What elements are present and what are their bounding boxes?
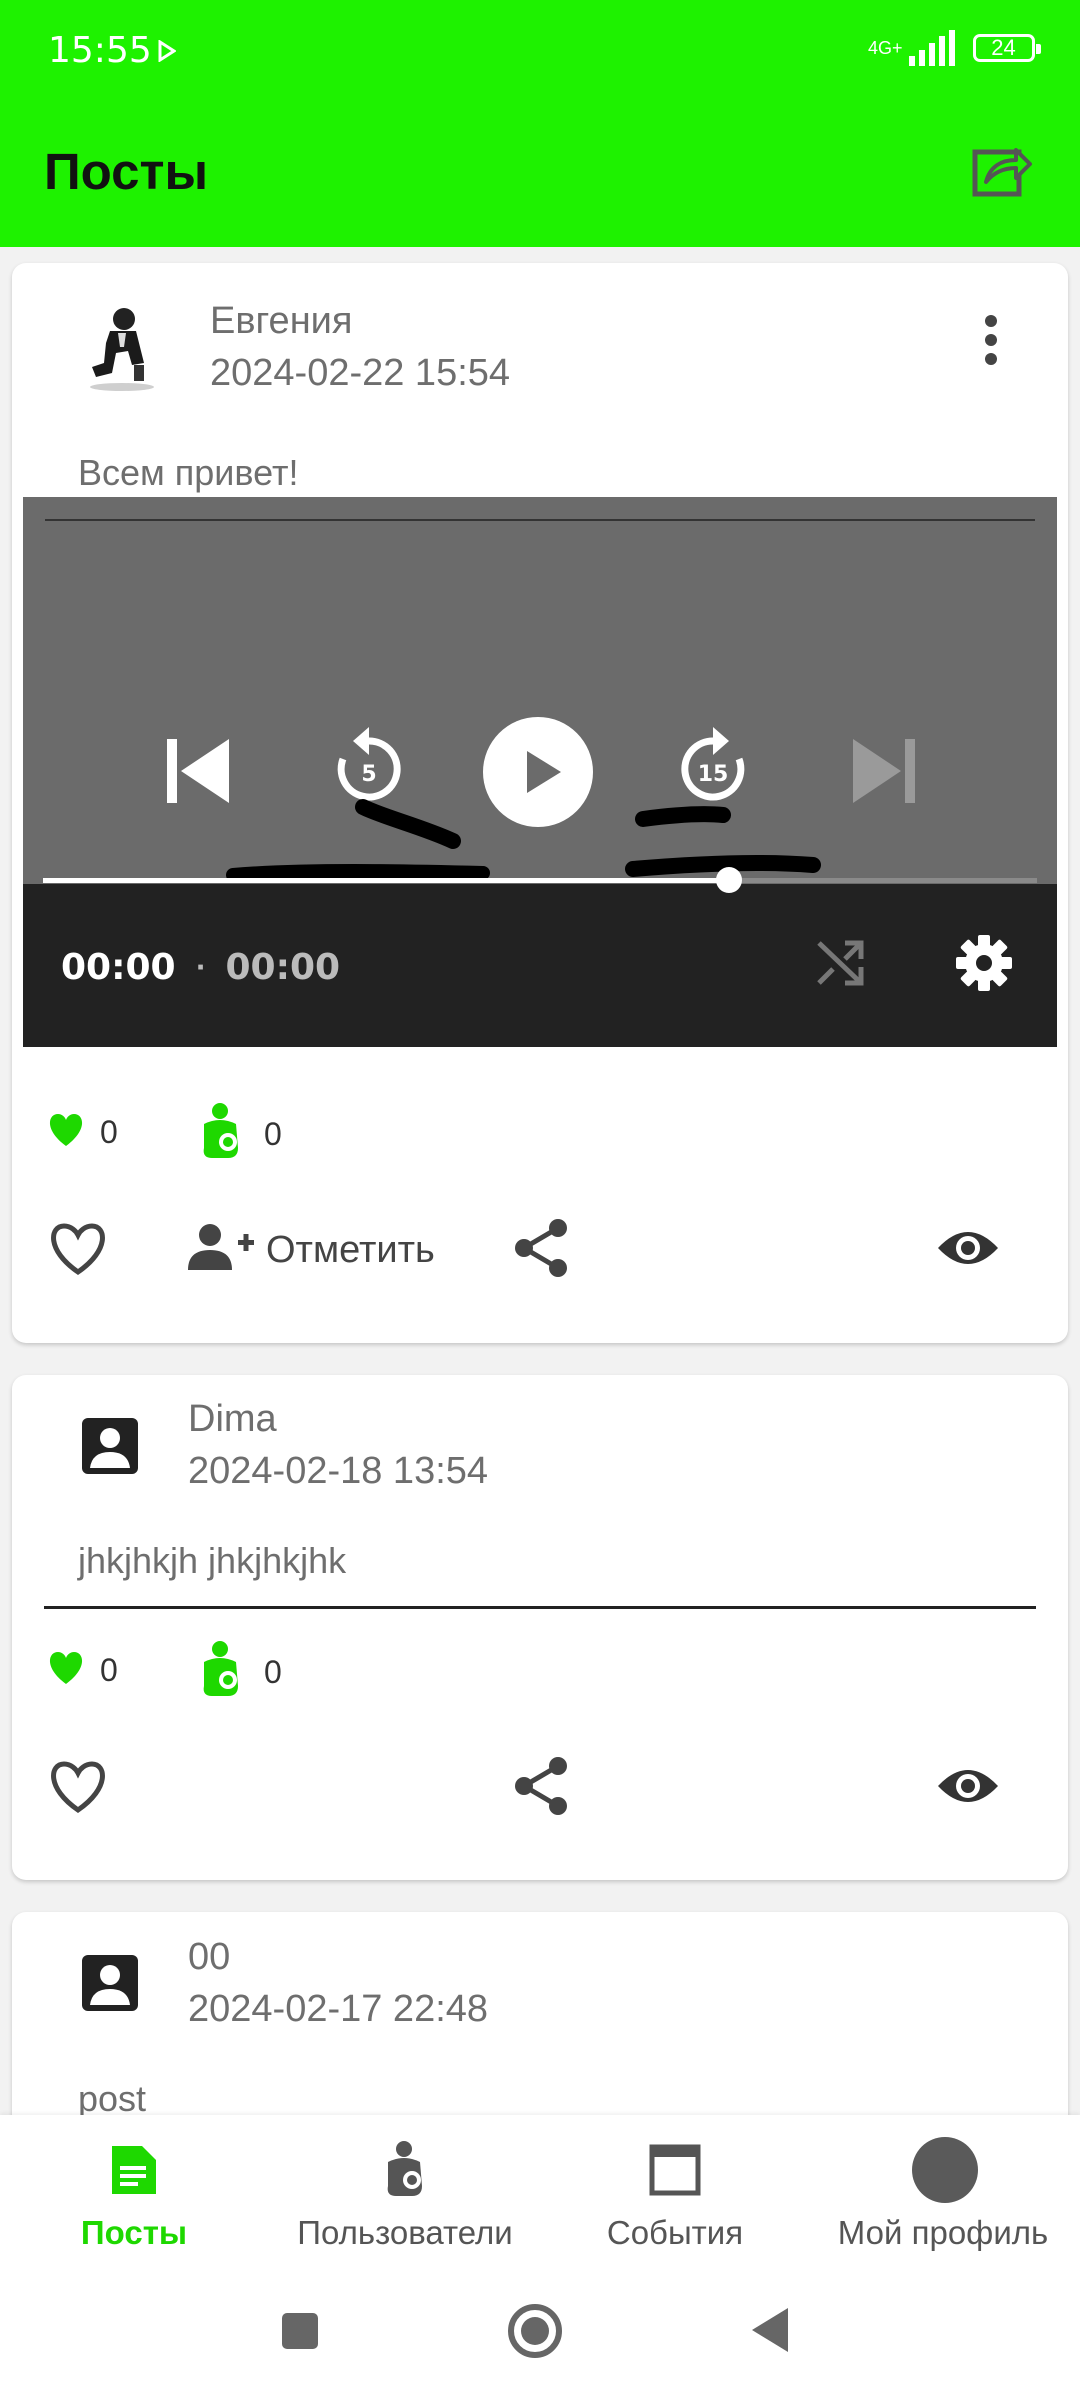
like-heart-outline-icon[interactable] [48, 1760, 108, 1814]
video-time: 00:00 · 00:00 [61, 947, 340, 988]
post-text: Всем привет! [78, 452, 299, 493]
post-author[interactable]: Евгения [210, 300, 352, 343]
post-author[interactable]: 00 [188, 1936, 230, 1979]
likes-count: 0 [100, 1114, 118, 1150]
system-back-button[interactable] [750, 2306, 790, 2354]
post-date: 2024-02-22 15:54 [210, 352, 511, 394]
video-seekbar-track[interactable] [43, 867, 1037, 893]
signal-icon [908, 30, 955, 66]
avatar-circle-icon [912, 2137, 978, 2203]
video-time-separator: · [195, 952, 206, 983]
nav-item-users[interactable]: Пользователи [280, 2140, 530, 2251]
document-icon [112, 2146, 156, 2194]
views-eye-icon[interactable] [936, 1226, 1000, 1270]
nav-label-posts: Посты [80, 2214, 188, 2251]
page-title: Посты [44, 143, 209, 200]
nav-item-events[interactable]: События [575, 2140, 775, 2251]
post-date: 2024-02-18 13:54 [188, 1450, 489, 1492]
likes-heart-icon [49, 1114, 83, 1146]
mark-button-label[interactable]: Отметить [266, 1229, 435, 1272]
add-person-icon[interactable] [186, 1222, 256, 1272]
video-seekbar-progress [43, 878, 729, 883]
status-time: 15:55 [48, 30, 152, 71]
video-duration: 00:00 [225, 947, 341, 988]
marks-user-icon [203, 1103, 238, 1158]
video-current-time: 00:00 [61, 947, 176, 988]
marks-count: 0 [264, 1116, 282, 1152]
window-icon [649, 2144, 701, 2196]
system-home-button[interactable] [506, 2302, 564, 2360]
nav-item-posts[interactable]: Посты [34, 2140, 234, 2251]
share-icon[interactable] [512, 1756, 570, 1816]
battery-icon: 24 [972, 34, 1041, 62]
post-date: 2024-02-17 22:48 [188, 1988, 489, 2030]
settings-gear-icon[interactable] [955, 934, 1013, 992]
network-type: 4G+ [868, 38, 903, 58]
shuffle-icon[interactable] [815, 937, 867, 989]
likes-heart-icon [49, 1652, 83, 1684]
post-text: post [78, 2078, 147, 2119]
post-divider [44, 1606, 1036, 1609]
media-playing-icon [158, 40, 176, 62]
post-author[interactable]: Dima [188, 1398, 277, 1441]
like-heart-outline-icon[interactable] [48, 1222, 108, 1276]
marks-count: 0 [264, 1654, 282, 1690]
video-seekbar-thumb[interactable] [715, 867, 742, 893]
more-options-icon[interactable] [980, 314, 1002, 366]
share-external-icon[interactable] [972, 140, 1034, 198]
nav-label-profile: Мой профиль [837, 2214, 1049, 2251]
marks-user-icon [203, 1641, 238, 1696]
nav-label-users: Пользователи [297, 2214, 513, 2251]
video-player[interactable]: 5 15 00:00 · 00:00 [23, 497, 1057, 1047]
status-indicators: 4G+ 24 [868, 30, 1041, 66]
post-text: jhkjhkjh jhkjhkjhk [78, 1540, 347, 1581]
avatar-placeholder-icon[interactable] [82, 1418, 138, 1474]
avatar-placeholder-icon[interactable] [82, 1955, 138, 2011]
avatar[interactable] [82, 303, 162, 391]
views-eye-icon[interactable] [936, 1764, 1000, 1808]
user-baby-icon [387, 2141, 422, 2196]
battery-level: 24 [991, 35, 1016, 60]
nav-item-profile[interactable]: Мой профиль [818, 2137, 1068, 2251]
system-recents-button[interactable] [282, 2313, 318, 2349]
likes-count: 0 [100, 1652, 118, 1688]
share-icon[interactable] [512, 1218, 570, 1278]
nav-label-events: События [606, 2214, 744, 2251]
